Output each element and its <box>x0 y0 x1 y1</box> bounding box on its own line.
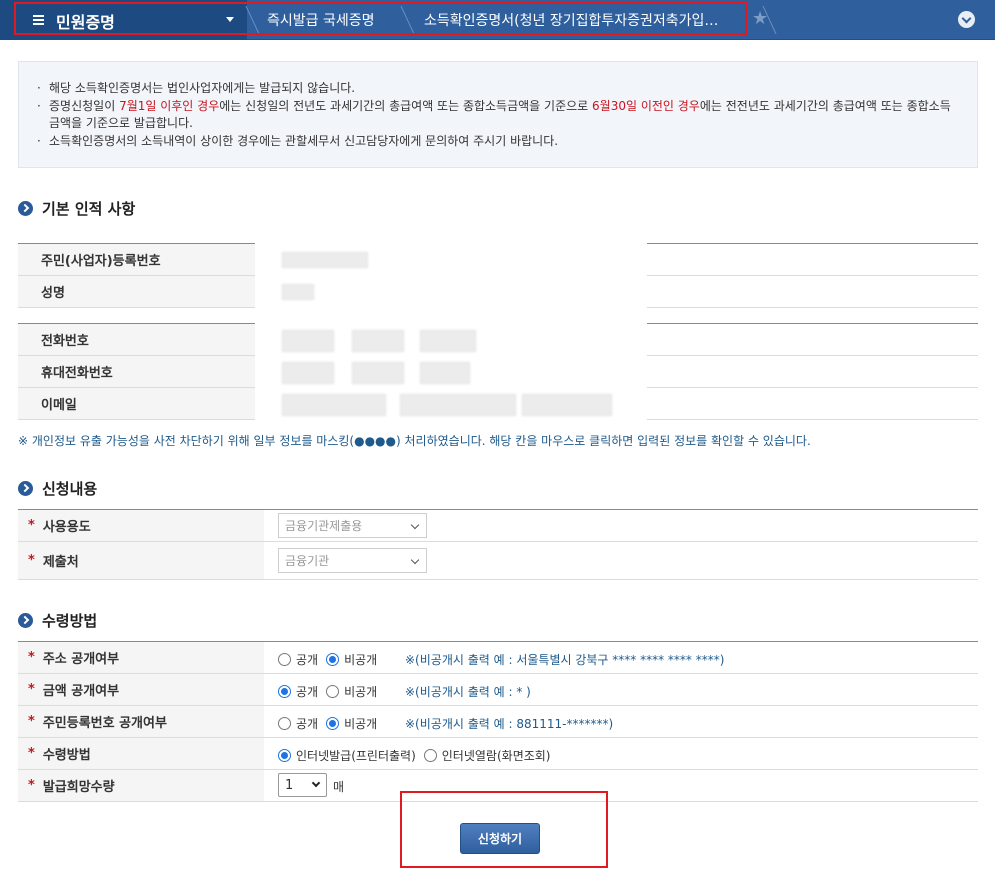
receive-method-radios: 인터넷발급(프린터출력) 인터넷열람(화면조회) <box>278 747 559 764</box>
radio-on-icon <box>278 685 291 698</box>
radio-on-icon <box>326 653 340 666</box>
row-submit-to: * 제출처 <box>18 542 978 580</box>
amount-private-radio[interactable]: 비공개 <box>326 683 377 700</box>
name-label: 성명 <box>18 276 264 307</box>
address-private-radio[interactable]: 비공개 <box>326 651 377 668</box>
section-title-basic: 기본 인적 사항 <box>18 198 135 219</box>
address-public-radio[interactable]: 공개 <box>278 651 318 668</box>
notice-line: 소득확인증명서의 소득내역이 상이한 경우에는 관할세무서 신고담당자에게 문의… <box>37 133 961 151</box>
masked-mobile-field-2[interactable] <box>352 362 404 384</box>
method-view-radio[interactable]: 인터넷열람(화면조회) <box>423 747 551 764</box>
masking-notice: ※ 개인정보 유출 가능성을 사전 차단하기 위해 일부 정보를 마스킹(●●●… <box>18 434 811 448</box>
masked-email-id-field[interactable] <box>282 394 386 416</box>
mobile-label: 휴대전화번호 <box>18 356 264 387</box>
masked-phone-field-2[interactable] <box>352 330 404 352</box>
notice-line: 해당 소득확인증명서는 법인사업자에게는 발급되지 않습니다. <box>37 80 961 98</box>
quantity-label: * 발급희망수량 <box>18 770 264 801</box>
section-title-apply: 신청내용 <box>18 478 97 499</box>
chevron-down-icon <box>410 520 420 530</box>
purpose-label: * 사용용도 <box>18 510 264 541</box>
section-title-receive: 수령방법 <box>18 610 97 631</box>
star-icon[interactable]: ★ <box>752 8 768 29</box>
address-hint: ※(비공개시 출력 예 : 서울특별시 강북구 **** **** **** *… <box>405 653 725 667</box>
radio-on-icon <box>278 749 291 762</box>
amount-disclose-radios: 공개 비공개 <box>278 683 385 700</box>
address-disclose-radios: 공개 비공개 <box>278 651 385 668</box>
rrn-disclose-radios: 공개 비공개 <box>278 715 385 732</box>
rrn-disclose-label: * 주민등록번호 공개여부 <box>18 706 264 737</box>
chevron-down-icon <box>311 778 321 788</box>
radio-on-icon <box>326 717 340 730</box>
arrow-circle-icon <box>18 201 33 216</box>
purpose-select[interactable]: 금융기관제출용 <box>278 513 427 538</box>
quantity-select[interactable]: 1 <box>278 773 327 797</box>
notice-line: 증명신청일이 7월1일 이후인 경우에는 신청일의 전년도 과세기간의 총급여액… <box>37 98 961 133</box>
radio-off-icon <box>278 717 291 730</box>
radio-off-icon <box>423 749 437 762</box>
rrn-label: 주민(사업자)등록번호 <box>18 244 264 275</box>
masked-mobile-field-3[interactable] <box>420 362 470 384</box>
apply-button[interactable]: 신청하기 <box>460 823 540 854</box>
quantity-unit: 매 <box>333 780 345 794</box>
amount-disclose-label: * 금액 공개여부 <box>18 674 264 705</box>
phone-label: 전화번호 <box>18 324 264 355</box>
submit-to-select[interactable]: 금융기관 <box>278 548 427 573</box>
address-disclose-label: * 주소 공개여부 <box>18 642 264 673</box>
method-print-radio[interactable]: 인터넷발급(프린터출력) <box>278 747 416 764</box>
masked-email-domain-field[interactable] <box>400 394 516 416</box>
masked-name-field[interactable] <box>282 284 314 300</box>
masked-phone-field-1[interactable] <box>282 330 334 352</box>
masked-email-select[interactable] <box>522 394 612 416</box>
amount-public-radio[interactable]: 공개 <box>278 683 318 700</box>
masked-mobile-field-1[interactable] <box>282 362 334 384</box>
arrow-circle-icon <box>18 613 33 628</box>
row-purpose: * 사용용도 <box>18 510 978 542</box>
highlight-box-nav <box>14 2 747 35</box>
masked-phone-field-3[interactable] <box>420 330 476 352</box>
chevron-down-icon <box>410 555 420 565</box>
email-label: 이메일 <box>18 388 264 419</box>
arrow-circle-icon <box>18 481 33 496</box>
radio-off-icon <box>278 653 291 666</box>
rrn-hint: ※(비공개시 출력 예 : 881111-*******) <box>405 717 614 731</box>
submit-to-label: * 제출처 <box>18 542 264 579</box>
masked-rrn-field[interactable] <box>282 252 368 268</box>
notice-box: 해당 소득확인증명서는 법인사업자에게는 발급되지 않습니다. 증명신청일이 7… <box>18 61 978 168</box>
receive-method-label: * 수령방법 <box>18 738 264 769</box>
chevron-down-icon[interactable] <box>958 11 975 28</box>
rrn-public-radio[interactable]: 공개 <box>278 715 318 732</box>
rrn-private-radio[interactable]: 비공개 <box>326 715 377 732</box>
radio-off-icon <box>326 685 340 698</box>
amount-hint: ※(비공개시 출력 예 : * ) <box>405 685 531 699</box>
